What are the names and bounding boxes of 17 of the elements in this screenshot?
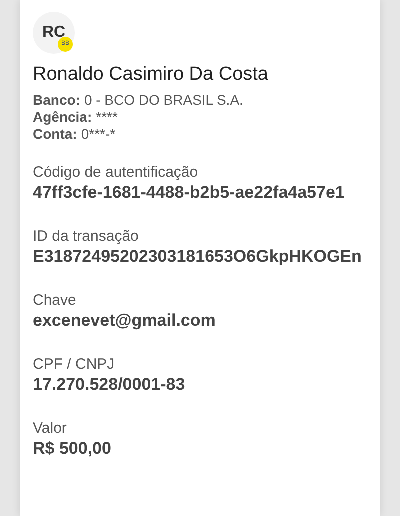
- field-value: 47ff3cfe-1681-4488-b2b5-ae22fa4a57e1: [33, 182, 346, 204]
- field-value: 17.270.528/0001-83: [33, 374, 186, 396]
- detail-value: 0 - BCO DO BRASIL S.A.: [84, 92, 244, 109]
- field-label: CPF / CNPJ: [33, 355, 116, 375]
- detail-value: ****: [96, 109, 118, 126]
- detail-value: 0***-*: [81, 126, 116, 143]
- field-value: excenevet@gmail.com: [33, 310, 217, 332]
- field-label: Chave: [33, 291, 78, 311]
- detail-label: Conta:: [33, 126, 78, 143]
- field-label: Valor: [33, 419, 68, 439]
- detail-label: Agência:: [33, 109, 92, 126]
- field-label: ID da transação: [33, 227, 140, 247]
- field-value: R$ 500,00: [33, 438, 112, 460]
- field-value: E31872495202303181653O6GkpHKOGEn: [33, 246, 363, 268]
- recipient-name: Ronaldo Casimiro Da Costa: [33, 63, 270, 87]
- detail-label: Banco:: [33, 92, 80, 109]
- field-label: Código de autentificação: [33, 163, 200, 183]
